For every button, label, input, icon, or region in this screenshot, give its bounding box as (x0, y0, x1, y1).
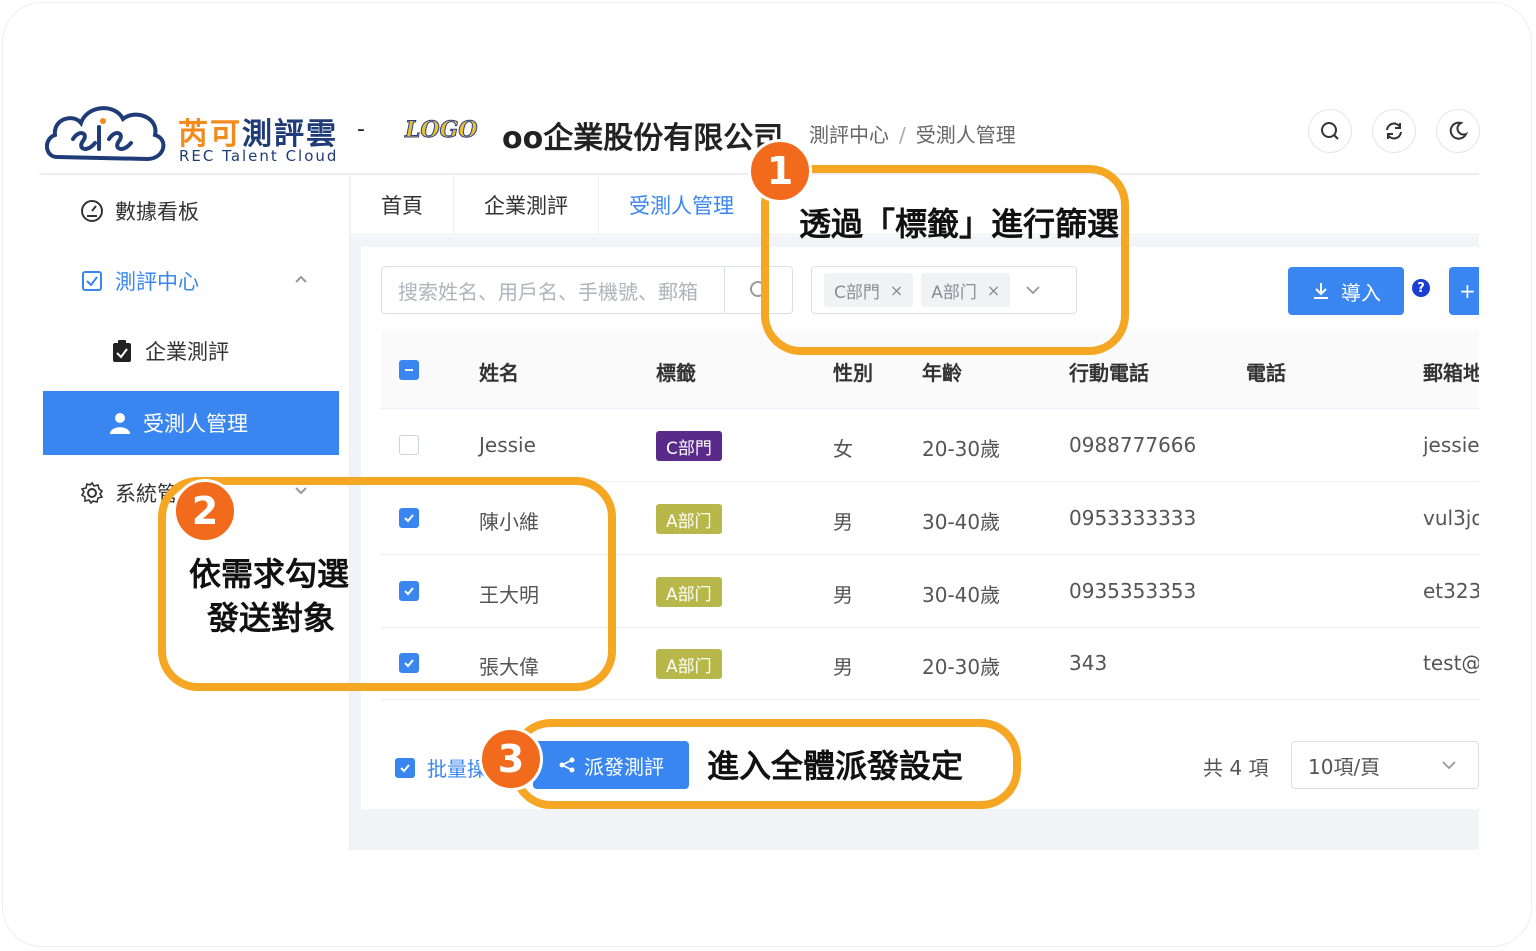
company-name: oo企業股份有限公司 (502, 121, 784, 156)
tab-examinee-management[interactable]: 受測人管理 (599, 175, 765, 235)
chevron-up-icon (295, 275, 307, 283)
annotation-badge-2: 2 (173, 479, 237, 543)
tag-badge: A部门 (656, 504, 722, 534)
tab-enterprise-assessment[interactable]: 企業測評 (454, 175, 599, 235)
cell-age: 20-30歲 (922, 437, 1001, 461)
batch-checkbox[interactable] (395, 757, 415, 778)
cell-email: jessie (1423, 433, 1479, 457)
cell-name: Jessie (479, 433, 536, 457)
tag-badge: A部门 (656, 649, 722, 679)
cell-age: 20-30歲 (922, 655, 1001, 679)
download-icon (1314, 283, 1328, 299)
refresh-icon (1386, 122, 1402, 140)
cell-mobile: 343 (1069, 651, 1108, 675)
search-placeholder: 搜索姓名、用戶名、手機號、郵箱 (398, 279, 698, 304)
sidebar-item-label: 測評中心 (115, 270, 199, 294)
cell-mobile: 0935353353 (1069, 579, 1197, 603)
cell-age: 30-40歲 (922, 510, 1001, 534)
moon-icon (1449, 121, 1469, 140)
breadcrumb-separator: / (899, 123, 906, 147)
cell-gender: 女 (833, 437, 853, 461)
search-icon (1321, 122, 1339, 140)
page-size-select[interactable]: 10項/頁 (1291, 741, 1479, 789)
cloud-logo-icon (45, 106, 166, 162)
column-header-gender[interactable]: 性別 (833, 357, 873, 386)
help-icon[interactable]: ? (1412, 279, 1430, 297)
user-icon (107, 410, 133, 436)
column-header-name[interactable]: 姓名 (479, 357, 519, 386)
cell-email: et323 (1423, 579, 1479, 603)
checkbox-square-icon (79, 268, 105, 294)
tag-badge: A部门 (656, 577, 722, 607)
column-header-phone[interactable]: 電話 (1246, 357, 1286, 386)
search-button[interactable] (1308, 109, 1352, 153)
breadcrumb-item-current: 受測人管理 (915, 123, 1016, 147)
column-header-mobile[interactable]: 行動電話 (1069, 357, 1149, 386)
row-checkbox[interactable] (399, 435, 419, 455)
annotation-frame-1 (761, 165, 1129, 355)
import-button[interactable]: 導入 (1288, 267, 1404, 315)
cell-mobile: 0953333333 (1069, 506, 1197, 530)
cell-email: vul3jo (1423, 506, 1479, 530)
refresh-button[interactable] (1372, 109, 1416, 153)
tab-home[interactable]: 首頁 (351, 175, 454, 235)
column-header-age[interactable]: 年齡 (922, 357, 962, 386)
dark-mode-button[interactable] (1436, 109, 1480, 153)
clipboard-check-icon (109, 338, 135, 364)
annotation-text-2b: 發送對象 (207, 599, 336, 637)
cell-mobile: 0988777666 (1069, 433, 1197, 457)
sidebar-item-assessment-center[interactable]: 測評中心 (43, 249, 339, 313)
tag-badge: C部門 (656, 431, 722, 461)
dashboard-icon (79, 198, 105, 224)
batch-operation-toggle[interactable]: 批量操 (395, 753, 487, 782)
annotation-text-1: 透過「標籤」進行篩選 (799, 205, 1120, 243)
sidebar-item-enterprise-assessment[interactable]: 企業測評 (43, 319, 339, 383)
sidebar-item-dashboard[interactable]: 數據看板 (43, 179, 339, 243)
app-frame: 芮可測評雲 REC Talent Cloud - LOGO oo企業股份有限公司… (2, 2, 1532, 947)
header-separator: - (357, 117, 365, 142)
select-all-checkbox[interactable] (399, 360, 419, 380)
column-header-tag[interactable]: 標籤 (656, 357, 696, 386)
cell-gender: 男 (833, 583, 853, 607)
company-logo: LOGO (405, 117, 479, 144)
batch-label: 批量操 (427, 757, 487, 781)
breadcrumb: 測評中心 / 受測人管理 (809, 119, 1016, 148)
sidebar-item-label: 企業測評 (145, 340, 229, 364)
column-header-email[interactable]: 郵箱地 (1423, 357, 1479, 386)
annotation-text-2a: 依需求勾選 (189, 555, 350, 593)
chevron-down-icon (1442, 761, 1456, 770)
sidebar-item-label: 受測人管理 (143, 412, 248, 436)
gear-icon (79, 480, 105, 506)
cell-gender: 男 (833, 655, 853, 679)
table-row[interactable]: Jessie C部門 女 20-30歲 0988777666 jessie (381, 409, 1479, 482)
brand-name-en: REC Talent Cloud (179, 147, 339, 165)
annotation-badge-1: 1 (748, 139, 812, 203)
cell-age: 30-40歲 (922, 583, 1001, 607)
total-count: 共 4 項 (1203, 756, 1269, 780)
add-button[interactable]: + (1449, 267, 1479, 315)
cell-gender: 男 (833, 510, 853, 534)
breadcrumb-item[interactable]: 測評中心 (809, 123, 889, 147)
annotation-text-3: 進入全體派發設定 (707, 747, 964, 785)
sidebar-item-examinee-management[interactable]: 受測人管理 (43, 391, 339, 455)
sidebar-item-label: 數據看板 (115, 200, 199, 224)
annotation-badge-3: 3 (479, 727, 543, 791)
search-input[interactable]: 搜索姓名、用戶名、手機號、郵箱 (381, 266, 793, 314)
cell-email: test@ (1423, 651, 1479, 675)
